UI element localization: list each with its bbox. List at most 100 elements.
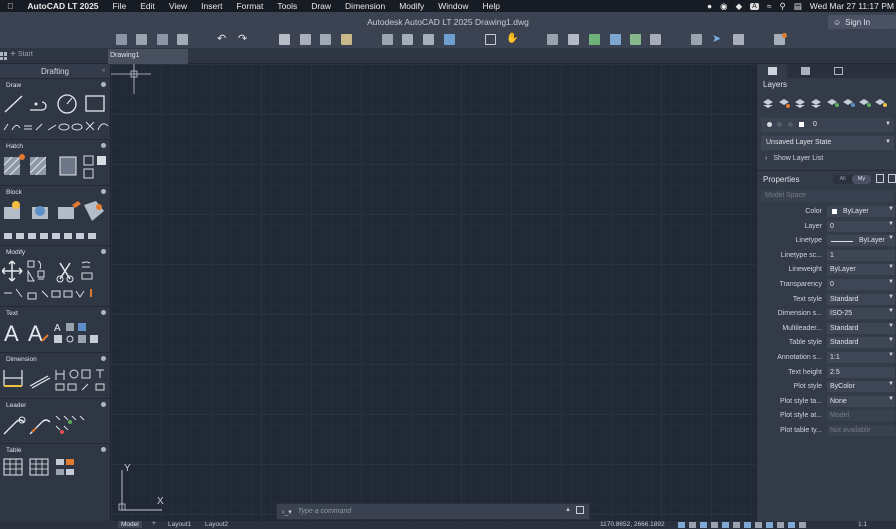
chevron-down-icon[interactable]: ▼ [888,308,894,314]
plot-preview-icon[interactable] [300,34,311,45]
trace-icon[interactable] [733,34,744,45]
layer-lock-icon[interactable] [788,122,793,127]
property-value[interactable]: 1 [827,249,895,261]
redo-icon[interactable]: ↷ [238,34,249,45]
markup-icon[interactable] [650,34,661,45]
new-file-icon[interactable] [116,34,127,45]
chevron-down-icon[interactable]: ▼ [888,337,894,343]
command-line[interactable]: ›_▾ Type a command ▲ [276,503,590,520]
current-layer-row[interactable]: 0 ▼ [761,118,894,132]
property-value[interactable]: ByLayer [827,264,895,276]
property-value[interactable]: ByLayer [827,206,895,217]
input-source-icon[interactable]: A [750,2,759,10]
menu-insert[interactable]: Insert [194,1,229,11]
edit-properties-icon[interactable] [876,174,884,183]
chevron-down-icon[interactable]: ▼ [885,139,891,145]
command-settings-icon[interactable] [576,506,584,514]
share-icon[interactable]: ➤ [712,34,723,45]
sheet-set-icon[interactable] [691,34,702,45]
tool-palettes-icon[interactable] [589,34,600,45]
properties-icon[interactable] [547,34,558,45]
wifi-icon[interactable]: ≈ [767,1,772,11]
dimension-tools-icons[interactable] [2,366,110,396]
layer-state-select[interactable]: Unsaved Layer State ▼ [761,136,894,150]
property-value[interactable]: Standard [827,322,895,334]
chevron-down-icon[interactable]: ▼ [888,352,894,358]
draw-tools-icons[interactable] [2,92,110,136]
polar-toggle-icon[interactable] [711,522,718,528]
properties-options-icon[interactable] [888,174,896,183]
menu-dimension[interactable]: Dimension [338,1,392,11]
property-value[interactable]: 0 [827,220,895,232]
tab-blocks-icon[interactable] [790,64,820,78]
tab-drawing1[interactable]: Drawing1 [108,49,188,64]
menu-file[interactable]: File [106,1,134,11]
layer-freeze-icon[interactable] [777,122,782,127]
command-input[interactable]: Type a command [298,508,352,515]
tab-xref-icon[interactable] [823,64,853,78]
menu-window[interactable]: Window [431,1,475,11]
property-value[interactable]: Standard [827,337,895,349]
gear-icon[interactable] [101,447,106,452]
sign-in-button[interactable]: ☺ Sign In [828,15,896,29]
tab-layout2[interactable]: Layout2 [205,521,228,528]
property-value[interactable]: ISO-25 [827,308,895,320]
undo-icon[interactable]: ↶ [217,34,228,45]
section-label-table[interactable]: Table [0,444,110,455]
command-prompt-icon[interactable]: ›_▾ [277,508,298,516]
notifications-icon[interactable] [774,33,787,45]
property-value[interactable]: 0 [827,279,895,290]
palette-collapse-icon[interactable]: « [102,68,105,74]
filter-all[interactable]: All [833,175,852,184]
grid-toggle-icon[interactable] [678,522,685,528]
selection-cycling-icon[interactable] [766,522,773,528]
tab-start[interactable]: Start [18,51,33,58]
block-tools-icons[interactable] [2,199,110,243]
gear-icon[interactable] [101,82,106,87]
tab-layout1[interactable]: Layout1 [168,521,191,528]
menu-view[interactable]: View [162,1,194,11]
property-value[interactable]: ByColor [827,381,895,393]
apple-icon[interactable]:  [0,1,20,11]
design-center-icon[interactable] [568,34,579,45]
copy-clip-icon[interactable] [402,34,413,45]
drawing-canvas[interactable]: Y X [111,64,756,521]
chevron-down-icon[interactable]: ▼ [888,396,894,402]
menu-format[interactable]: Format [229,1,270,11]
app-menu[interactable]: AutoCAD LT 2025 [20,1,105,11]
open-folder-icon[interactable] [136,34,147,45]
property-value[interactable]: 2.5 [827,366,895,378]
hatch-tools-icons[interactable] [2,153,110,183]
section-label-hatch[interactable]: Hatch [0,140,110,151]
layer-manager-icon[interactable] [610,34,621,45]
match-properties-icon[interactable] [382,34,393,45]
section-label-leader[interactable]: Leader [0,399,110,410]
otrack-toggle-icon[interactable] [733,522,740,528]
chevron-down-icon[interactable]: ▼ [888,279,894,285]
clock-text[interactable]: Wed Mar 27 11:17 PM [810,1,894,11]
gear-icon[interactable] [101,310,106,315]
annotation-scale[interactable]: 1:1 [858,521,867,528]
leader-tools-icons[interactable] [2,412,110,442]
chevron-down-icon[interactable]: ▼ [888,381,894,387]
tab-add-icon[interactable]: + [10,50,16,60]
units-icon[interactable] [788,522,795,528]
show-layer-list-toggle[interactable]: › Show Layer List [765,155,823,162]
publish-icon[interactable] [320,34,331,45]
text-tools-icons[interactable]: A A A [2,317,110,351]
open-sheet-icon[interactable] [157,34,168,45]
section-label-draw[interactable]: Draw [0,79,110,90]
menu-draw[interactable]: Draw [304,1,338,11]
zoom-window-icon[interactable] [485,34,496,45]
section-label-dimension[interactable]: Dimension [0,353,110,364]
tab-layers-icon[interactable] [757,64,787,78]
property-value[interactable]: Standard [827,293,895,305]
save-icon[interactable] [177,34,188,45]
quick-calc-icon[interactable] [630,34,641,45]
chevron-down-icon[interactable]: ▼ [888,323,894,329]
command-history-icon[interactable]: ▲ [565,507,571,513]
filter-my[interactable]: My [852,175,871,184]
menu-edit[interactable]: Edit [133,1,162,11]
gear-icon[interactable] [101,356,106,361]
table-tools-icons[interactable] [2,457,110,483]
